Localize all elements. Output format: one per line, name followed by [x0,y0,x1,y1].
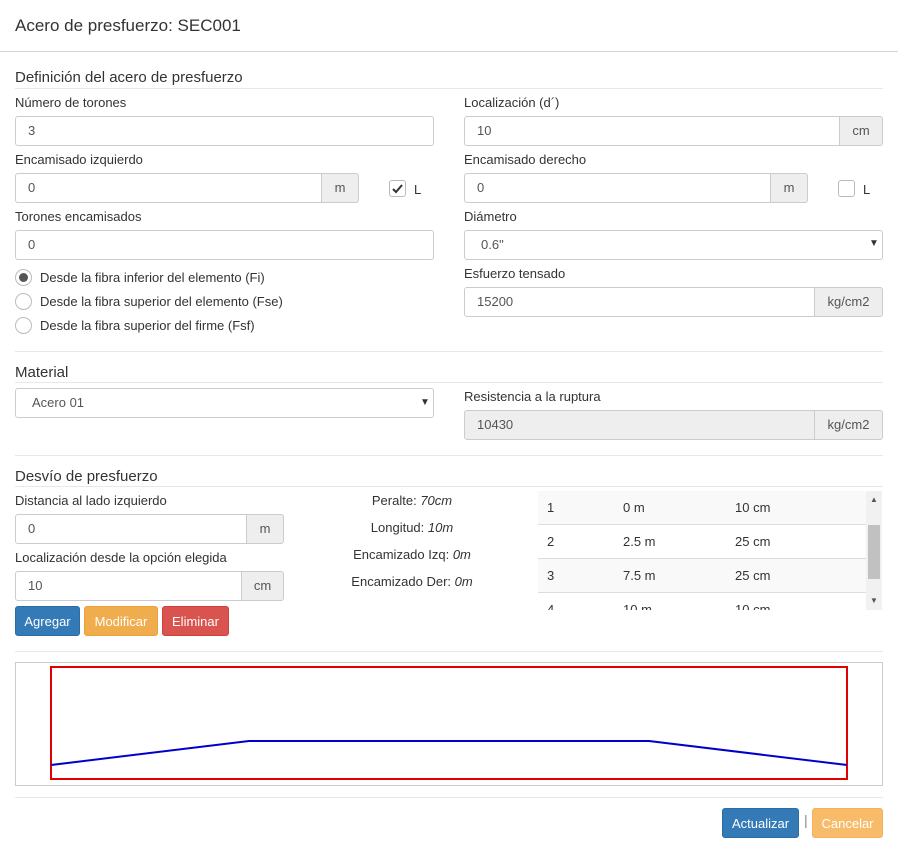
beam-outline [50,666,848,780]
distancia-input[interactable]: 0 [15,514,247,544]
table-row[interactable]: 1 0 m 10 cm [538,491,866,525]
agregar-button[interactable]: Agregar [15,606,80,636]
tendon-profile [50,740,848,766]
resistencia-input: 10430 [464,410,815,440]
localizacion-input[interactable]: 10 [464,116,840,146]
modificar-button[interactable]: Modificar [84,606,158,636]
table-cell: 25 cm [735,568,771,583]
material-select[interactable]: Acero 01 [15,388,434,418]
table-row[interactable]: 3 7.5 m 25 cm [538,558,866,592]
enc-der-checkbox[interactable] [838,180,855,197]
resistencia-label: Resistencia a la ruptura [464,389,601,404]
info-enc-izq: Encamizado Izq: 0m [353,547,471,562]
table-cell: 1 [547,500,555,515]
triangle-up-icon[interactable]: ▲ [866,493,882,507]
distancia-label: Distancia al lado izquierdo [15,493,167,508]
loc-opcion-input[interactable]: 10 [15,571,242,601]
radio-fibra-superior[interactable] [15,293,32,310]
esfuerzo-input[interactable]: 15200 [464,287,815,317]
torones-enc-input[interactable]: 0 [15,230,434,260]
table-cell: 2 [547,534,555,549]
table-cell: 10 m [623,602,652,610]
section-divider [15,351,883,352]
esfuerzo-label: Esfuerzo tensado [464,266,566,281]
table-row[interactable]: 2 2.5 m 25 cm [538,524,866,558]
enc-izq-input[interactable]: 0 [15,173,322,203]
enc-der-check-label: L [863,182,871,197]
info-enc-der: Encamizado Der: 0m [351,574,473,589]
distancia-unit: m [247,514,284,544]
table-cell: 10 cm [735,500,771,515]
table-cell: 0 m [623,500,645,515]
table-cell: 7.5 m [623,568,656,583]
radio-fibra-firme[interactable] [15,317,32,334]
loc-opcion-unit: cm [242,571,284,601]
dialog-title: Acero de presfuerzo: SEC001 [15,16,241,35]
info-longitud: Longitud: 10m [370,520,454,535]
radio-fibra-inferior[interactable] [15,269,32,286]
section-divider [15,455,883,456]
info-peralte: Peralte: 70cm [371,493,453,508]
enc-izq-check-label: L [414,182,422,197]
table-row[interactable]: 4 10 m 10 cm [538,592,866,610]
dialog-header: Acero de presfuerzo: SEC001 [0,0,898,52]
chevron-down-icon: ▼ [420,397,430,408]
check-icon [392,184,403,194]
table-cell: 4 [547,602,555,610]
eliminar-button[interactable]: Eliminar [162,606,229,636]
enc-der-label: Encamisado derecho [464,152,587,167]
localizacion-unit: cm [840,116,883,146]
radio-label-fse: Desde la fibra superior del elemento (Fs… [40,294,283,309]
scrollbar-thumb[interactable] [868,525,880,579]
section-divider [15,486,883,487]
enc-izq-label: Encamisado izquierdo [15,152,143,167]
table-cell: 3 [547,568,555,583]
resistencia-unit: kg/cm2 [815,410,883,440]
tendon-diagram [15,662,883,786]
cancelar-button[interactable]: Cancelar [812,808,883,838]
table-cell: 10 cm [735,602,771,610]
footer-separator: | [804,812,808,828]
actualizar-button[interactable]: Actualizar [722,808,799,838]
localizacion-label: Localización (d´) [464,95,560,110]
enc-izq-unit: m [322,173,359,203]
enc-der-unit: m [771,173,808,203]
enc-der-input[interactable]: 0 [464,173,771,203]
table-cell: 25 cm [735,534,771,549]
diametro-select[interactable]: 0.6" [464,230,883,260]
triangle-down-icon[interactable]: ▼ [866,594,882,608]
esfuerzo-unit: kg/cm2 [815,287,883,317]
enc-izq-checkbox[interactable] [389,180,406,197]
radio-label-fsf: Desde la fibra superior del firme (Fsf) [40,318,255,333]
chevron-down-icon: ▼ [869,238,879,249]
num-torones-input[interactable]: 3 [15,116,434,146]
section-title-definicion: Definición del acero de presfuerzo [15,69,243,86]
section-title-material: Material [15,364,69,381]
tendon-diagram-svg [50,666,848,780]
torones-enc-label: Torones encamisados [15,209,142,224]
radio-label-fi: Desde la fibra inferior del elemento (Fi… [40,270,265,285]
table-scrollbar[interactable]: ▲ ▼ [866,491,882,610]
desvio-table[interactable]: 1 0 m 10 cm 2 2.5 m 25 cm 3 7.5 m 25 cm … [538,491,882,610]
section-divider [15,88,883,89]
section-title-desvio: Desvío de presfuerzo [15,468,158,485]
num-torones-label: Número de torones [15,95,127,110]
diametro-label: Diámetro [464,209,517,224]
loc-opcion-label: Localización desde la opción elegida [15,550,227,565]
section-divider [15,651,883,652]
section-divider [15,797,883,798]
table-cell: 2.5 m [623,534,656,549]
section-divider [15,382,883,383]
